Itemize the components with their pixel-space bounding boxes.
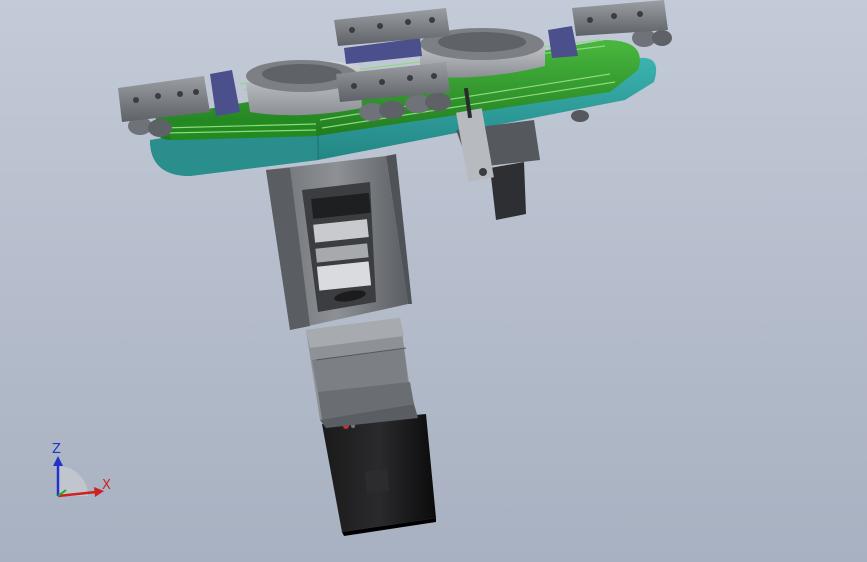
z-axis-label: Z <box>52 442 61 457</box>
3d-model-view[interactable] <box>0 0 867 562</box>
cad-viewport[interactable]: Z X <box>0 0 867 562</box>
orientation-triad[interactable]: Z X <box>40 440 120 510</box>
gearbox[interactable] <box>306 318 418 428</box>
vertical-column[interactable] <box>266 154 412 330</box>
servo-motor[interactable] <box>322 414 436 536</box>
carriage-block-right[interactable] <box>572 0 668 36</box>
x-axis-label: X <box>102 478 111 493</box>
